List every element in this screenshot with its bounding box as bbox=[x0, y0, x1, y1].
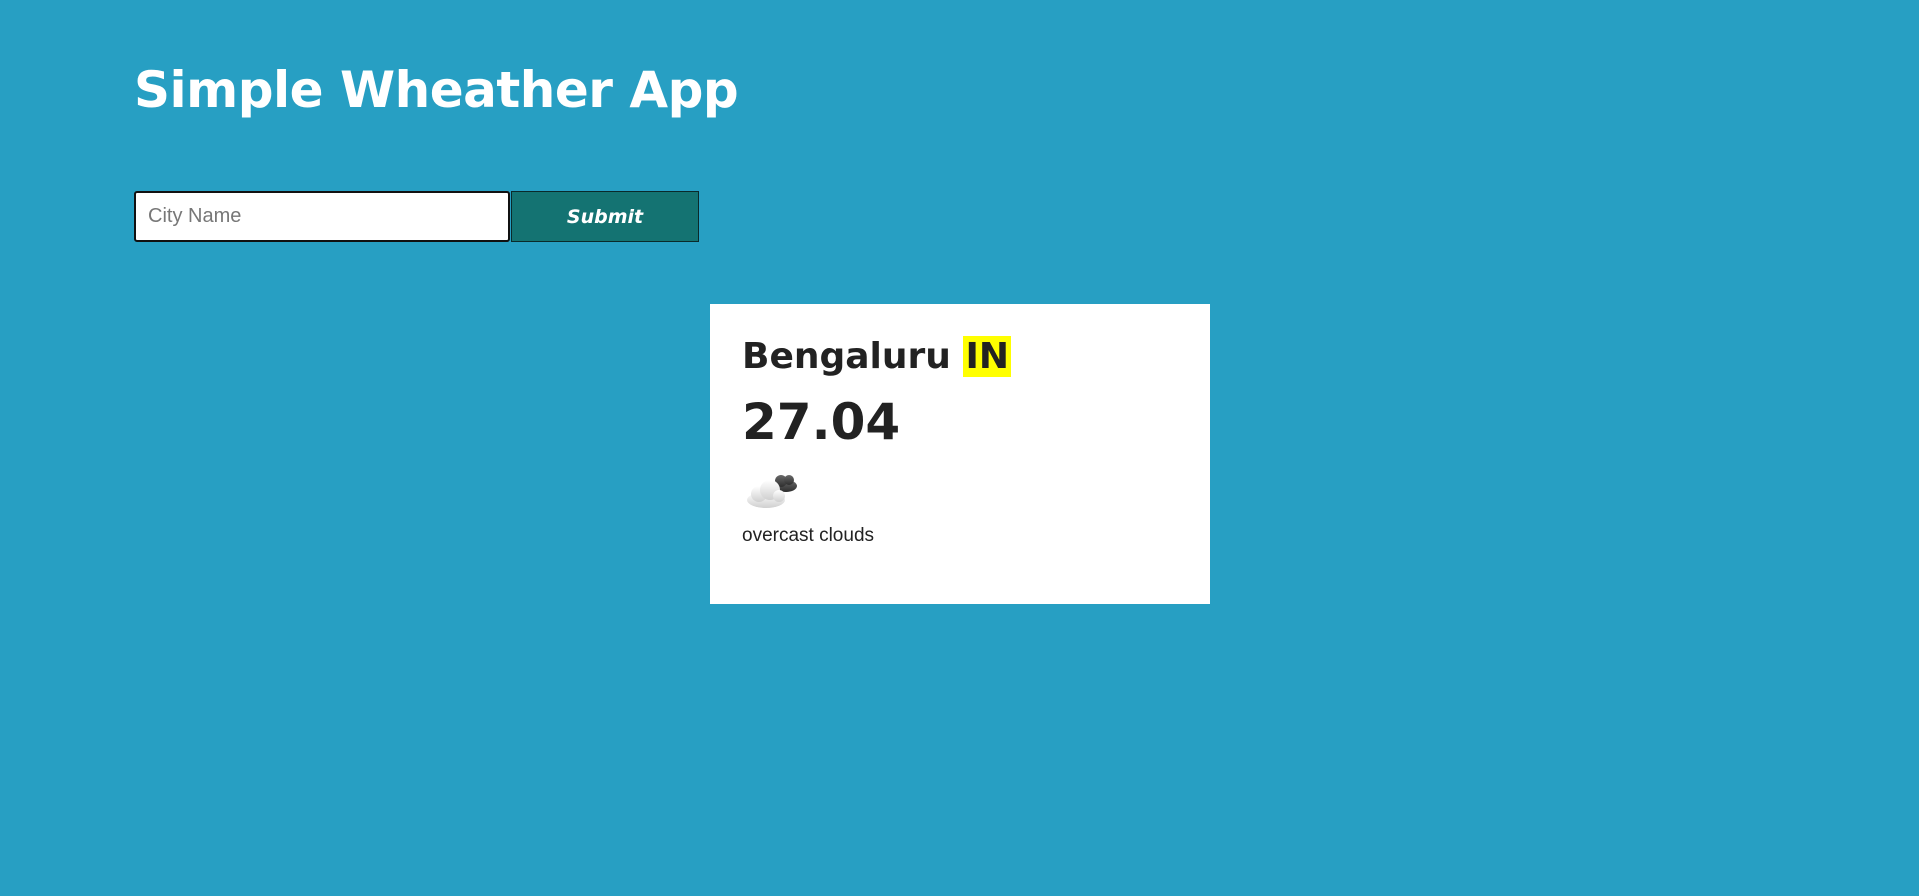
country-code: IN bbox=[963, 336, 1011, 377]
city-heading: Bengaluru IN bbox=[742, 332, 1178, 382]
temperature: 27.04 bbox=[742, 393, 901, 451]
city-name-input[interactable] bbox=[134, 191, 510, 242]
city-name: Bengaluru bbox=[742, 336, 951, 377]
search-form: Submit bbox=[134, 191, 699, 242]
weather-description: overcast clouds bbox=[742, 525, 875, 546]
app-title: Simple Wheather App bbox=[134, 61, 739, 119]
submit-button[interactable]: Submit bbox=[511, 191, 699, 242]
weather-card: Bengaluru IN 27.04 overcast clouds bbox=[710, 304, 1210, 604]
overcast-clouds-icon bbox=[747, 475, 797, 508]
